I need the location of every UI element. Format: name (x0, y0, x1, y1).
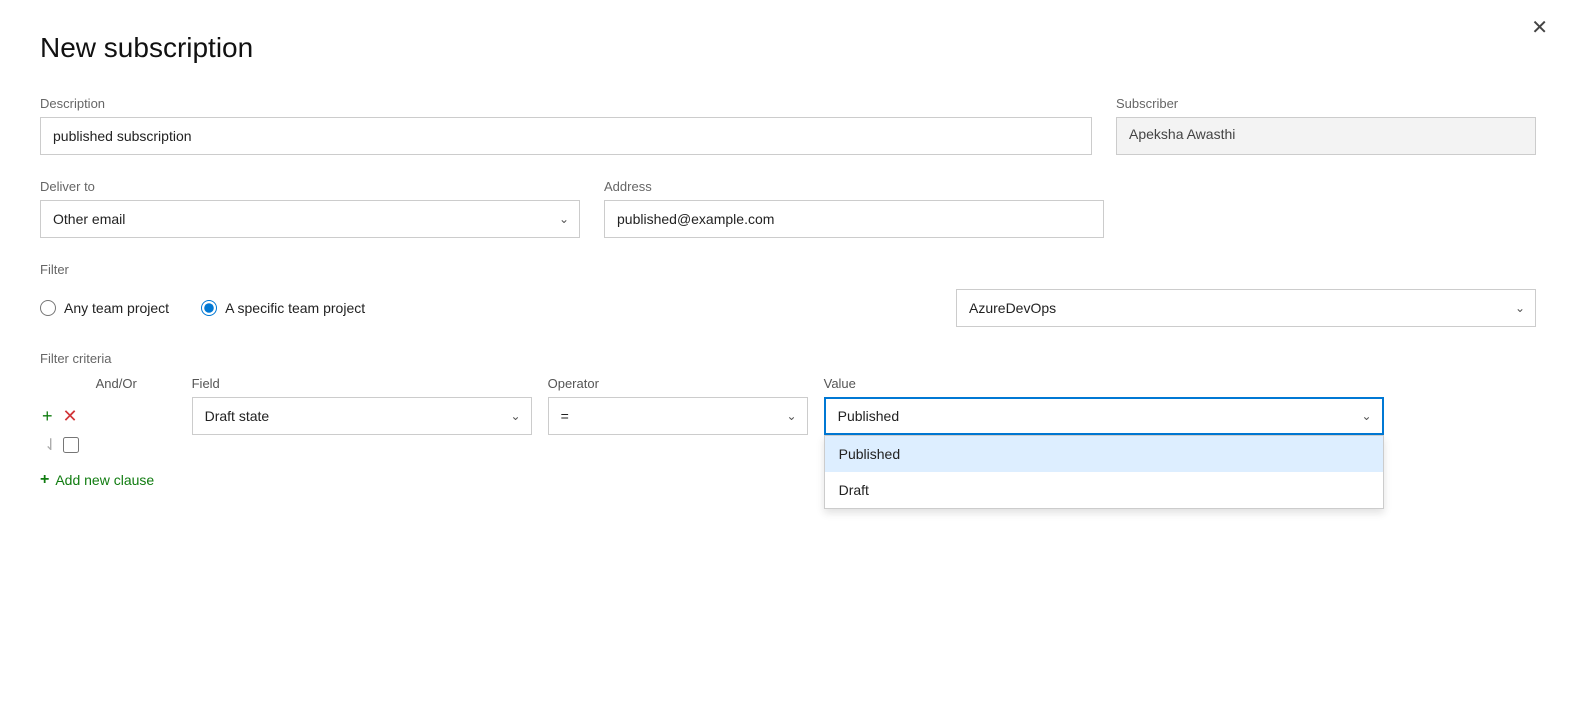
filter-criteria-label: Filter criteria (40, 351, 1536, 366)
description-input[interactable] (40, 117, 1092, 155)
address-input[interactable] (604, 200, 1104, 238)
filter-actions-area: + ✕ ⇃ (40, 376, 80, 455)
address-label: Address (604, 179, 1104, 194)
filter-section: Filter Any team project A specific team … (40, 262, 1536, 327)
filter-icon-buttons: + ✕ ⇃ (40, 404, 80, 455)
filter-radio-row: Any team project A specific team project… (40, 289, 1536, 327)
field-column: Field Draft state Title State Area Path … (192, 376, 532, 435)
operator-select-wrapper[interactable]: = != > < ⌄ (548, 397, 808, 435)
add-new-clause-button[interactable]: + Add new clause (40, 471, 154, 489)
radio-specific-label: A specific team project (225, 300, 365, 316)
add-clause-icon: + (40, 471, 49, 489)
new-subscription-dialog: ✕ New subscription Description Subscribe… (0, 0, 1576, 714)
subscriber-value: Apeksha Awasthi (1116, 117, 1536, 155)
field-header: Field (192, 376, 532, 391)
project-select[interactable]: AzureDevOps Project Alpha Project Beta (957, 290, 1535, 326)
close-button[interactable]: ✕ (1531, 18, 1548, 38)
deliver-to-label: Deliver to (40, 179, 580, 194)
and-or-column: And/Or (96, 376, 176, 435)
radio-any-label: Any team project (64, 300, 169, 316)
filter-actions-spacer (40, 376, 80, 398)
subscriber-label: Subscriber (1116, 96, 1536, 111)
dialog-title: New subscription (40, 32, 1536, 64)
delete-row-button[interactable]: ✕ (61, 404, 80, 429)
deliver-to-select[interactable]: Other email Default email (41, 201, 579, 237)
and-or-empty (96, 397, 176, 435)
description-field-group: Description (40, 96, 1092, 155)
project-select-group: AzureDevOps Project Alpha Project Beta ⌄ (956, 289, 1536, 327)
value-dropdown-menu: Published Draft (824, 435, 1384, 509)
and-or-header: And/Or (96, 376, 176, 391)
radio-specific-team-project[interactable]: A specific team project (201, 300, 365, 316)
filter-criteria-section: Filter criteria + ✕ ⇃ And/Or (40, 351, 1536, 489)
field-select-wrapper[interactable]: Draft state Title State Area Path ⌄ (192, 397, 532, 435)
filter-criteria-row: + ✕ ⇃ And/Or Field D (40, 376, 1536, 455)
operator-column: Operator = != > < ⌄ (548, 376, 808, 435)
operator-header: Operator (548, 376, 808, 391)
filter-label: Filter (40, 262, 1536, 277)
deliver-to-field-group: Deliver to Other email Default email ⌄ (40, 179, 580, 238)
field-select[interactable]: Draft state Title State Area Path (193, 398, 531, 434)
value-dropdown-published[interactable]: Published (825, 436, 1383, 472)
and-or-icon: ⇃ (44, 435, 57, 455)
add-row-button[interactable]: + (40, 404, 55, 429)
value-dropdown-draft[interactable]: Draft (825, 472, 1383, 508)
deliver-to-select-wrapper[interactable]: Other email Default email ⌄ (40, 200, 580, 238)
radio-any-input[interactable] (40, 300, 56, 316)
project-select-wrapper[interactable]: AzureDevOps Project Alpha Project Beta ⌄ (956, 289, 1536, 327)
radio-specific-input[interactable] (201, 300, 217, 316)
radio-any-team-project[interactable]: Any team project (40, 300, 169, 316)
value-column: Value Published Draft ⌄ Published Draft (824, 376, 1384, 435)
and-or-checkbox[interactable] (63, 437, 79, 453)
address-field-group: Address (604, 179, 1104, 238)
value-select[interactable]: Published Draft (826, 399, 1382, 433)
value-select-wrapper[interactable]: Published Draft ⌄ (824, 397, 1384, 435)
description-label: Description (40, 96, 1092, 111)
operator-select[interactable]: = != > < (549, 398, 807, 434)
add-clause-label: Add new clause (55, 472, 154, 488)
filter-add-delete-row: + ✕ (40, 404, 80, 429)
subscriber-field-group: Subscriber Apeksha Awasthi (1116, 96, 1536, 155)
value-header: Value (824, 376, 1384, 391)
and-or-area: ⇃ (44, 435, 80, 455)
